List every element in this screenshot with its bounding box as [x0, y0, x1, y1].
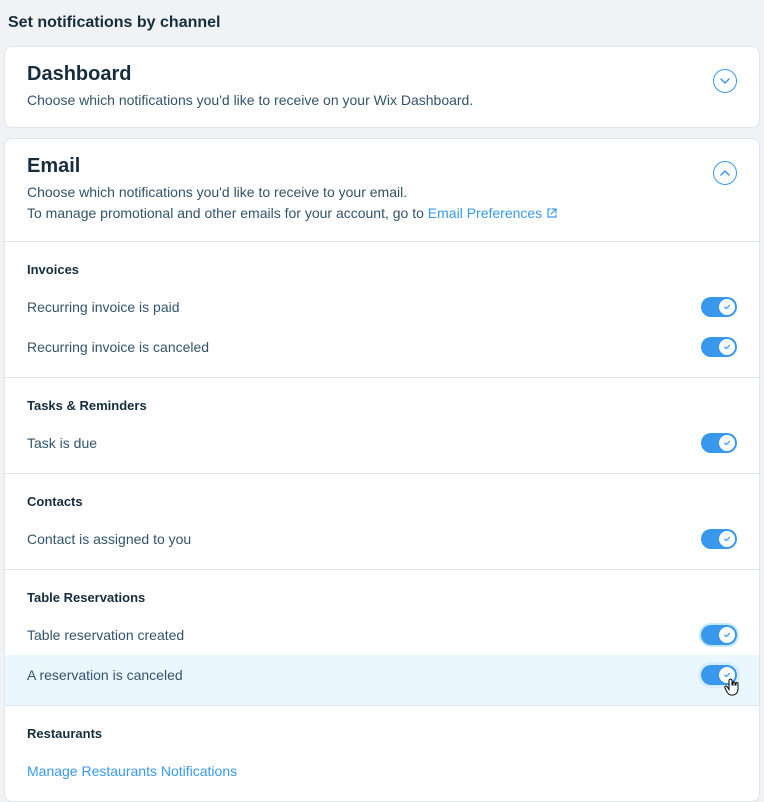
task-due-label: Task is due: [27, 435, 97, 451]
dashboard-header: Dashboard Choose which notifications you…: [5, 47, 759, 127]
reservation-created-label: Table reservation created: [27, 627, 184, 643]
contact-assigned-row: Contact is assigned to you: [27, 519, 737, 569]
manage-restaurants-link[interactable]: Manage Restaurants Notifications: [27, 763, 237, 779]
dashboard-expand-button[interactable]: [713, 69, 737, 93]
dashboard-desc: Choose which notifications you'd like to…: [27, 90, 713, 111]
checkmark-icon: [723, 631, 731, 639]
email-panel: Email Choose which notifications you'd l…: [4, 138, 760, 802]
invoice-paid-label: Recurring invoice is paid: [27, 299, 180, 315]
dashboard-header-text: Dashboard Choose which notifications you…: [27, 63, 713, 111]
invoice-paid-toggle[interactable]: [701, 297, 737, 317]
restaurants-title: Restaurants: [27, 706, 737, 751]
email-preferences-link[interactable]: Email Preferences: [428, 205, 558, 221]
email-header-text: Email Choose which notifications you'd l…: [27, 155, 713, 225]
checkmark-icon: [723, 303, 731, 311]
contacts-title: Contacts: [27, 474, 737, 519]
checkmark-icon: [723, 439, 731, 447]
contacts-section: Contacts Contact is assigned to you: [5, 473, 759, 569]
email-desc: Choose which notifications you'd like to…: [27, 182, 713, 225]
checkmark-icon: [723, 535, 731, 543]
table-reservations-section: Table Reservations Table reservation cre…: [5, 569, 759, 705]
page-title: Set notifications by channel: [0, 0, 764, 46]
reservation-canceled-row: A reservation is canceled: [5, 655, 759, 705]
email-desc-line1: Choose which notifications you'd like to…: [27, 184, 407, 200]
reservation-canceled-label: A reservation is canceled: [27, 667, 183, 683]
reservation-canceled-toggle[interactable]: [701, 665, 737, 685]
tasks-title: Tasks & Reminders: [27, 378, 737, 423]
contact-assigned-toggle[interactable]: [701, 529, 737, 549]
email-header: Email Choose which notifications you'd l…: [5, 139, 759, 241]
invoice-paid-row: Recurring invoice is paid: [27, 287, 737, 327]
invoices-section: Invoices Recurring invoice is paid Recur…: [5, 241, 759, 377]
invoice-canceled-label: Recurring invoice is canceled: [27, 339, 209, 355]
checkmark-icon: [723, 343, 731, 351]
dashboard-panel: Dashboard Choose which notifications you…: [4, 46, 760, 128]
contact-assigned-label: Contact is assigned to you: [27, 531, 191, 547]
chevron-up-icon: [720, 168, 730, 178]
chevron-down-icon: [720, 76, 730, 86]
tasks-section: Tasks & Reminders Task is due: [5, 377, 759, 473]
restaurants-section: Restaurants Manage Restaurants Notificat…: [5, 705, 759, 801]
email-title: Email: [27, 155, 713, 178]
reservation-created-row: Table reservation created: [27, 615, 737, 655]
checkmark-icon: [723, 671, 731, 679]
external-link-icon: [546, 204, 558, 225]
task-due-toggle[interactable]: [701, 433, 737, 453]
restaurants-link-row: Manage Restaurants Notifications: [27, 751, 737, 801]
table-reservations-title: Table Reservations: [27, 570, 737, 615]
reservation-created-toggle[interactable]: [701, 625, 737, 645]
invoice-canceled-toggle[interactable]: [701, 337, 737, 357]
task-due-row: Task is due: [27, 423, 737, 473]
email-collapse-button[interactable]: [713, 161, 737, 185]
invoice-canceled-row: Recurring invoice is canceled: [27, 327, 737, 377]
dashboard-title: Dashboard: [27, 63, 713, 86]
invoices-title: Invoices: [27, 242, 737, 287]
email-desc-line2: To manage promotional and other emails f…: [27, 205, 428, 221]
